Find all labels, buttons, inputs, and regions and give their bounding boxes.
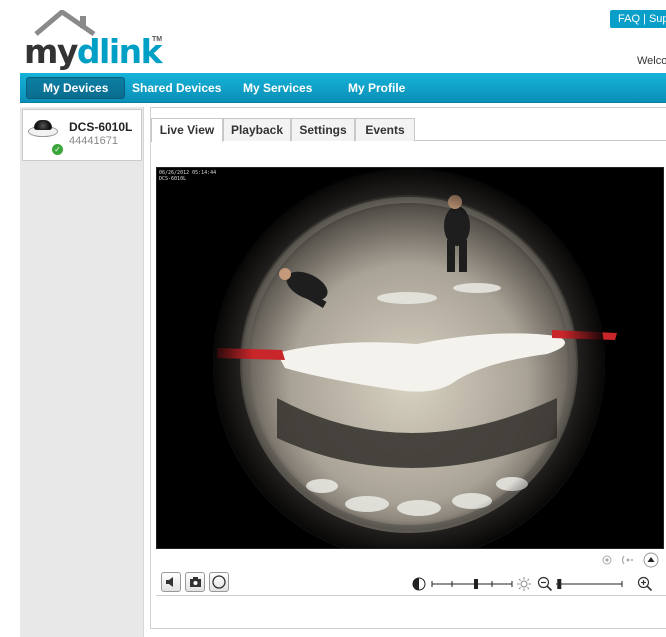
nav-my-profile[interactable]: My Profile — [348, 73, 405, 103]
device-id: 44441671 — [69, 135, 118, 147]
speaker-icon — [166, 577, 173, 587]
ptz-icon[interactable] — [620, 554, 636, 566]
view-mode-icon[interactable] — [602, 555, 612, 565]
record-icon — [212, 575, 226, 589]
brightness-slider[interactable] — [430, 577, 514, 591]
tab-live-view[interactable]: Live View — [151, 118, 223, 142]
brightness-icon — [517, 577, 531, 591]
zoom-in-icon[interactable] — [637, 576, 653, 592]
video-camera-label: DCS-6010L — [159, 176, 187, 182]
up-arrow-icon[interactable] — [643, 552, 659, 568]
snapshot-icon — [190, 577, 201, 587]
zoom-slider-knob[interactable] — [557, 579, 562, 589]
speaker-button[interactable] — [161, 572, 181, 592]
device-list-item[interactable]: ✓ DCS-6010L 44441671 — [22, 109, 142, 161]
contrast-icon — [412, 577, 426, 591]
device-name: DCS-6010L — [69, 120, 133, 134]
tab-settings[interactable]: Settings — [291, 118, 355, 141]
device-sidebar: ✓ DCS-6010L 44441671 — [20, 107, 144, 637]
nav-shared-devices[interactable]: Shared Devices — [132, 73, 221, 103]
logo-trademark: TM — [152, 36, 163, 43]
faq-support-link[interactable]: FAQ | Sup — [610, 10, 666, 28]
brightness-slider-knob[interactable] — [474, 579, 478, 589]
tab-playback[interactable]: Playback — [223, 118, 291, 141]
video-control-bar — [156, 549, 666, 596]
video-timestamp: 06/26/2012 05:14:44 DCS-6010L — [159, 170, 216, 182]
logo-text-my: my — [24, 32, 78, 71]
fisheye-video-image — [157, 168, 663, 548]
main-navbar: My Devices Shared Devices My Services My… — [20, 73, 666, 103]
snapshot-button[interactable] — [185, 572, 205, 592]
tab-events[interactable]: Events — [355, 118, 415, 141]
zoom-slider[interactable] — [554, 577, 624, 591]
camera-icon — [28, 120, 58, 138]
nav-my-services[interactable]: My Services — [243, 73, 312, 103]
nav-my-devices[interactable]: My Devices — [26, 77, 126, 99]
online-check-icon: ✓ — [52, 144, 63, 155]
device-tabs: Live View Playback Settings Events — [151, 118, 666, 142]
zoom-out-icon[interactable] — [537, 576, 553, 592]
logo-text-dlink: dlink — [76, 32, 163, 71]
welcome-text: Welco — [637, 55, 666, 67]
record-button[interactable] — [209, 572, 229, 592]
live-video-feed[interactable]: 06/26/2012 05:14:44 DCS-6010L — [156, 167, 664, 549]
mydlink-logo[interactable]: mydlink TM — [24, 10, 164, 72]
